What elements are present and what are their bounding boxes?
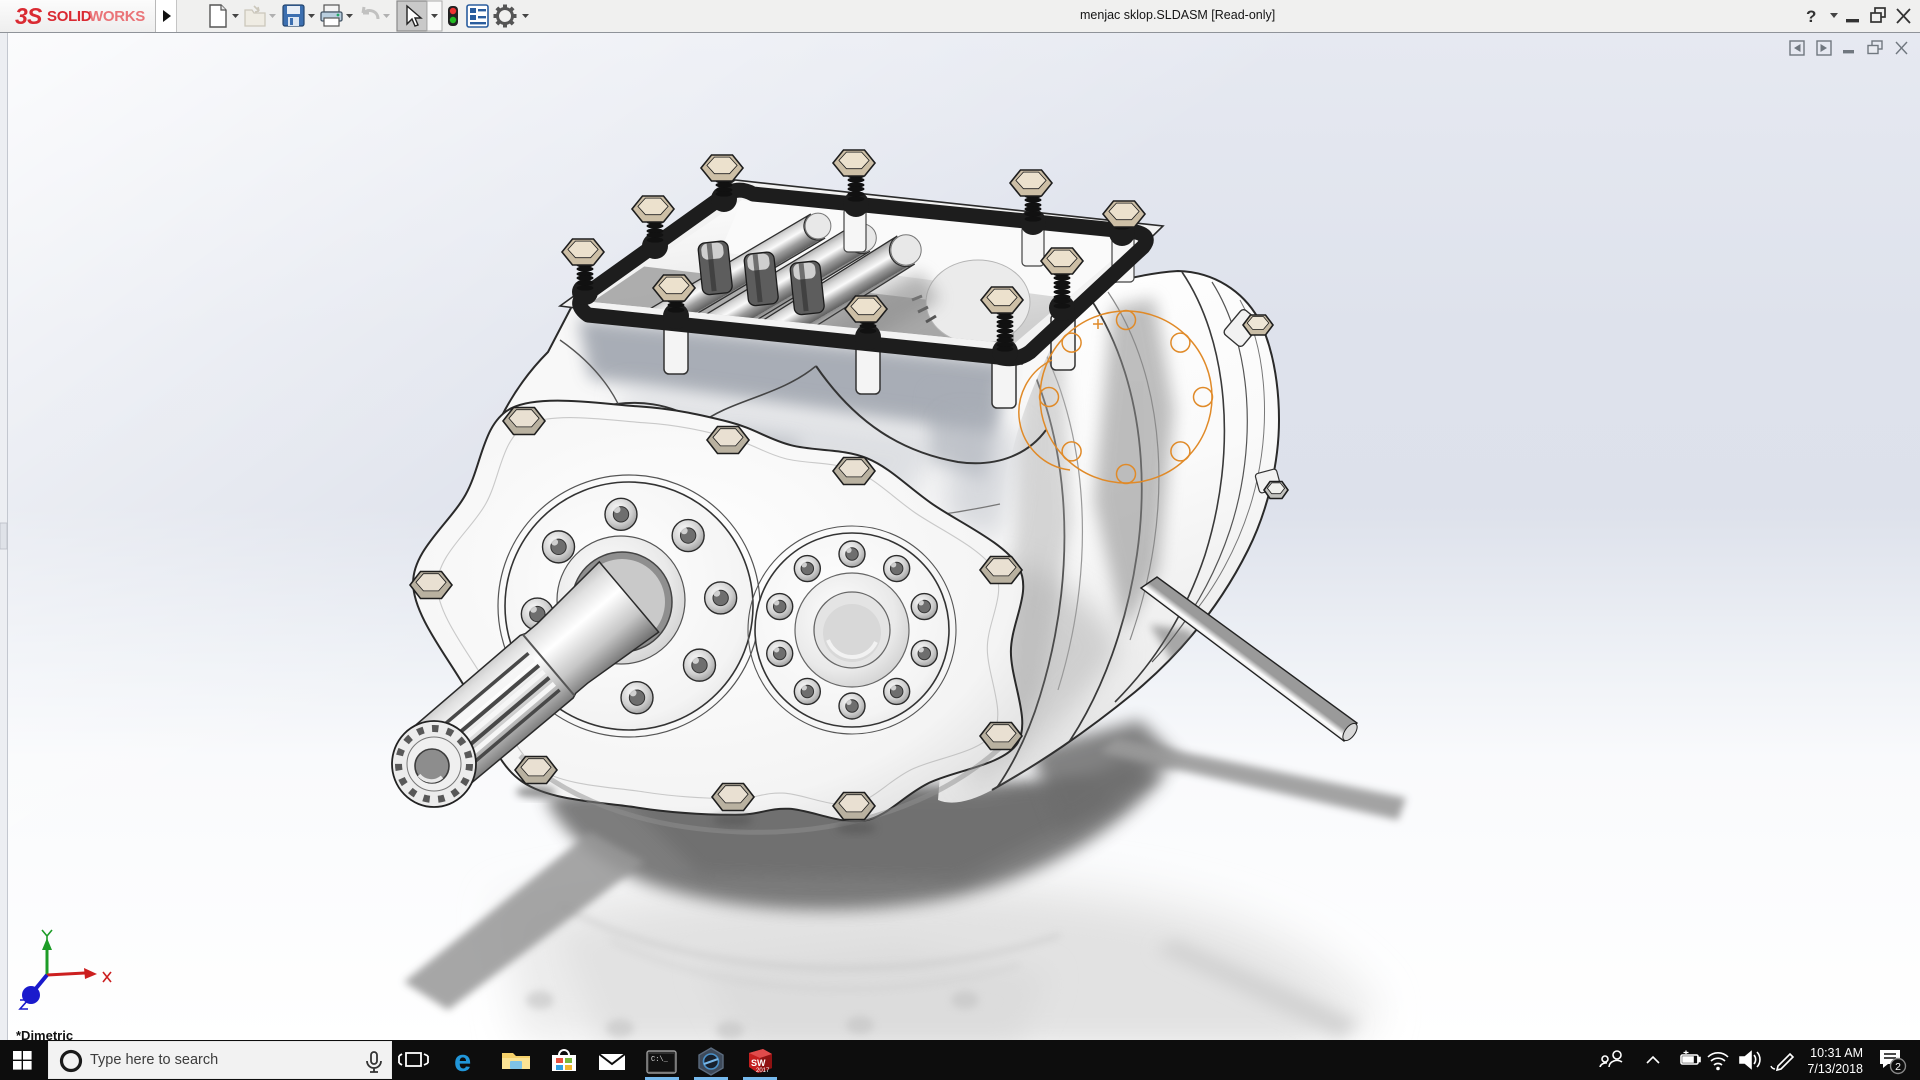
svg-text:e: e bbox=[454, 1043, 471, 1078]
svg-text:SOLID: SOLID bbox=[47, 8, 92, 25]
svg-text:SW: SW bbox=[751, 1058, 766, 1068]
svg-text:10:31 AM: 10:31 AM bbox=[1810, 1046, 1863, 1060]
svg-text:2017: 2017 bbox=[756, 1068, 770, 1074]
svg-text:7/13/2018: 7/13/2018 bbox=[1807, 1062, 1863, 1076]
svg-text:C:\_: C:\_ bbox=[651, 1056, 669, 1064]
svg-text:*Dimetric: *Dimetric bbox=[16, 1028, 73, 1040]
svg-text:S: S bbox=[27, 3, 43, 29]
svg-text:2: 2 bbox=[1895, 1061, 1901, 1073]
svg-text:WORKS: WORKS bbox=[89, 8, 145, 25]
svg-text:?: ? bbox=[1806, 7, 1816, 26]
